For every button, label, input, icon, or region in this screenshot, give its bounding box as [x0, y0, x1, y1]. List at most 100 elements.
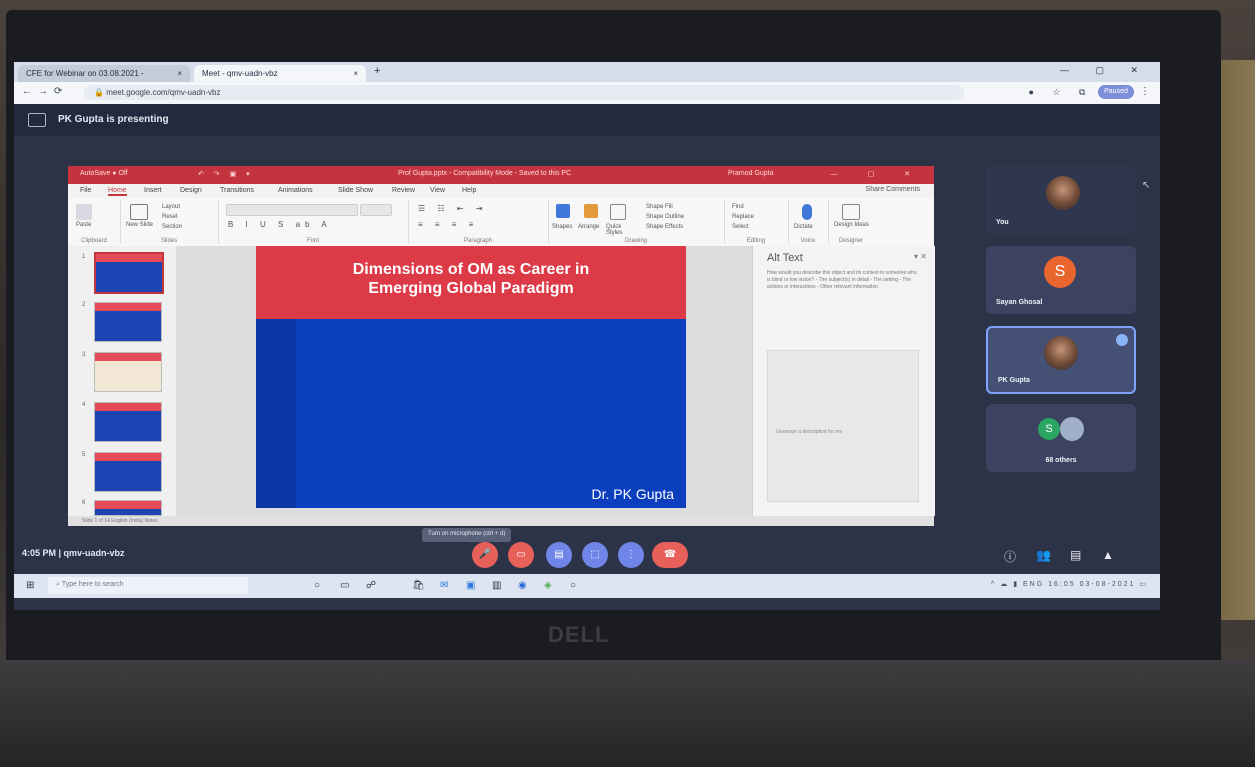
shape-outline-button[interactable]: Shape Outline [646, 214, 684, 220]
microphone-off-icon[interactable]: 🎤 [472, 542, 498, 568]
participant-tile-sayan[interactable]: S Sayan Ghosal [986, 246, 1136, 314]
ppt-title-bar: AutoSave ● Off ↶ ↷ ▣ ▾ Prof Gupta.pptx -… [68, 166, 934, 184]
people-icon[interactable]: 👥 [1036, 548, 1051, 562]
close-icon[interactable]: × [177, 69, 182, 78]
close-icon[interactable]: ▾ ✕ [914, 252, 927, 261]
info-icon[interactable]: ⓘ [1004, 548, 1016, 565]
close-icon[interactable]: × [353, 69, 358, 78]
store-icon[interactable]: 🛍 [412, 580, 425, 591]
files-icon[interactable]: ▥ [492, 580, 501, 591]
url-input[interactable]: 🔒 meet.google.com/qmv-uadn-vbz [84, 85, 964, 100]
expand-icon[interactable]: ↖ [1142, 180, 1150, 191]
arrange-button[interactable]: Arrange [578, 224, 599, 230]
windows-start-icon[interactable]: ⊞ [26, 580, 34, 591]
slide-thumbnail[interactable] [94, 352, 162, 392]
font-size-select[interactable] [360, 204, 392, 216]
tab-insert[interactable]: Insert [144, 187, 162, 194]
menu-dots-icon[interactable]: ⋮ [1140, 86, 1150, 97]
alt-text-input[interactable]: Generate a description for me [767, 350, 919, 502]
new-slide-icon[interactable] [130, 204, 148, 220]
design-ideas-icon[interactable] [842, 204, 860, 220]
participant-tile-pk-gupta[interactable]: PK Gupta [986, 326, 1136, 394]
list-buttons[interactable]: ☰ ☷ ⇤ ⇥ [418, 204, 487, 213]
paste-button[interactable]: Paste [76, 222, 91, 228]
current-slide[interactable]: Dimensions of OM as Career in Emerging G… [256, 246, 686, 508]
align-buttons[interactable]: ≡ ≡ ≡ ≡ [418, 220, 478, 229]
tab-review[interactable]: Review [392, 187, 415, 194]
camera-off-icon[interactable]: ▭ [508, 542, 534, 568]
slide-thumbnail[interactable] [94, 402, 162, 442]
shape-fill-button[interactable]: Shape Fill [646, 204, 673, 210]
nav-buttons[interactable]: ←→⟳ [22, 86, 68, 97]
present-icon[interactable]: ⬚ [582, 542, 608, 568]
paste-icon[interactable] [76, 204, 92, 220]
browser-tab-meet[interactable]: Meet - qmv-uadn-vbz × [194, 65, 366, 82]
participant-tile-others[interactable]: S 68 others [986, 404, 1136, 472]
reset-button[interactable]: Reset [162, 214, 178, 220]
microphone-icon[interactable] [802, 204, 812, 220]
tab-design[interactable]: Design [180, 187, 202, 194]
tab-file[interactable]: File [80, 187, 91, 194]
reload-icon[interactable]: ⟳ [54, 86, 68, 97]
slide-title[interactable]: Dimensions of OM as Career in Emerging G… [256, 260, 686, 298]
tab-view[interactable]: View [430, 187, 445, 194]
activities-icon[interactable]: ▲ [1102, 548, 1114, 562]
new-slide-button[interactable]: New Slide [126, 222, 153, 228]
back-arrow-icon[interactable]: ← [22, 86, 38, 97]
quick-styles-icon[interactable] [610, 204, 626, 220]
more-options-icon[interactable] [1116, 334, 1128, 346]
captions-icon[interactable]: ▤ [546, 542, 572, 568]
section-button[interactable]: Section [162, 224, 182, 230]
share-comments[interactable]: Share Comments [866, 186, 920, 193]
end-call-icon[interactable]: ☎ [652, 542, 688, 568]
slide-thumbnail[interactable] [94, 252, 164, 294]
select-button[interactable]: Select [732, 224, 749, 230]
tab-transitions[interactable]: Transitions [220, 187, 254, 194]
find-button[interactable]: Find [732, 204, 744, 210]
new-tab-plus-icon[interactable]: + [374, 65, 380, 77]
autosave-toggle[interactable]: AutoSave ● Off [80, 170, 128, 177]
tab-slide-show[interactable]: Slide Show [338, 187, 373, 194]
ppt-window-controls[interactable]: — ▢ ✕ [831, 170, 924, 178]
edge-icon[interactable]: ☍ [366, 580, 376, 591]
design-ideas-button[interactable]: Design Ideas [834, 222, 870, 228]
tray-icons[interactable]: ^ ☁ ▮ ENG [991, 581, 1048, 588]
generate-description-button[interactable]: Generate a description for me [776, 429, 842, 435]
quick-styles-button[interactable]: Quick Styles [606, 224, 636, 236]
mail-icon[interactable]: ✉ [440, 580, 448, 591]
notification-icon[interactable]: ▭ [1139, 581, 1148, 588]
zoom-icon[interactable]: ▣ [466, 580, 475, 591]
user-name[interactable]: Pramod Gupta [728, 170, 774, 177]
tab-animations[interactable]: Animations [278, 187, 313, 194]
forward-arrow-icon[interactable]: → [38, 86, 54, 97]
app-icon[interactable]: ◈ [544, 580, 552, 591]
more-options-icon[interactable]: ⋮ [618, 542, 644, 568]
chrome-icon[interactable]: ◉ [518, 580, 527, 591]
font-format-buttons[interactable]: B I U S ab A [228, 220, 332, 229]
taskbar-search-input[interactable]: ⌕ Type here to search [48, 577, 248, 594]
window-controls[interactable]: — ▢ ✕ [1060, 65, 1150, 76]
participant-tile-you[interactable]: You [986, 166, 1136, 234]
replace-button[interactable]: Replace [732, 214, 754, 220]
chat-icon[interactable]: ▤ [1070, 548, 1081, 562]
layout-button[interactable]: Layout [162, 204, 180, 210]
app-icon[interactable]: ○ [570, 580, 576, 591]
arrange-icon[interactable] [584, 204, 598, 218]
slide-thumbnail[interactable] [94, 452, 162, 492]
shape-effects-button[interactable]: Shape Effects [646, 224, 683, 230]
shapes-button[interactable]: Shapes [552, 224, 572, 230]
quick-access-icons[interactable]: ↶ ↷ ▣ ▾ [198, 170, 254, 178]
tab-home[interactable]: Home [108, 187, 127, 196]
slide-author[interactable]: Dr. PK Gupta [592, 486, 674, 502]
profile-button[interactable]: Paused [1098, 85, 1134, 99]
task-view-icon[interactable]: ○ [314, 580, 320, 591]
font-name-select[interactable] [226, 204, 358, 216]
slide-thumbnail[interactable] [94, 500, 162, 516]
slide-thumbnail[interactable] [94, 302, 162, 342]
shapes-icon[interactable] [556, 204, 570, 218]
tab-help[interactable]: Help [462, 187, 476, 194]
dictate-button[interactable]: Dictate [794, 224, 813, 230]
system-tray[interactable]: ^ ☁ ▮ ENG 16:05 03-08-2021 ▭ [991, 580, 1148, 588]
widgets-icon[interactable]: ▭ [340, 580, 349, 591]
browser-tab-webinar[interactable]: CFE for Webinar on 03.08.2021 - × [18, 65, 190, 82]
